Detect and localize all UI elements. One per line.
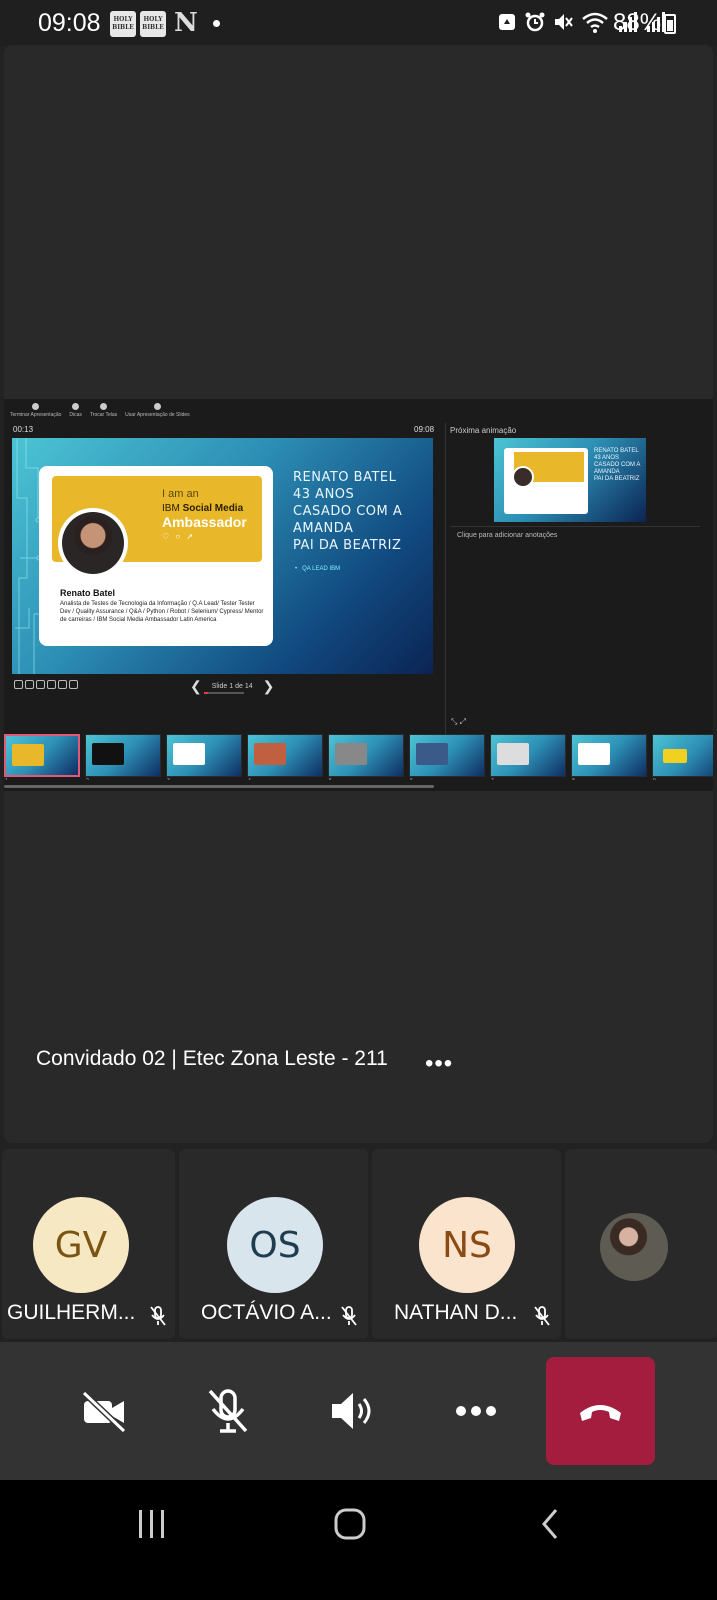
notes-placeholder[interactable]: Clique para adicionar anotações xyxy=(457,532,557,539)
card-ibm: IBM Social Media xyxy=(162,503,244,514)
speaker-icon[interactable] xyxy=(328,1387,376,1435)
camera-icon xyxy=(58,680,67,689)
subtitles-icon xyxy=(47,680,56,689)
pointer-icon xyxy=(36,680,45,689)
slide-thumbnail[interactable] xyxy=(490,734,566,777)
pen-icon xyxy=(14,680,23,689)
bible-app-icon: HOLY BIBLE xyxy=(110,11,136,37)
options-icon xyxy=(69,680,78,689)
slide-bullet: • QA LEAD IBM xyxy=(295,566,341,572)
call-controls xyxy=(0,1342,717,1480)
slide-progress xyxy=(204,692,244,694)
avatar: GV xyxy=(33,1197,129,1293)
thumbnail-number: 5 xyxy=(329,778,332,780)
participant-tile[interactable]: OS OCTÁVIO A... xyxy=(179,1149,368,1339)
thumbnail-scrollbar[interactable] xyxy=(4,785,434,788)
avatar: OS xyxy=(227,1197,323,1293)
participant-tile[interactable]: NS NATHAN D... xyxy=(372,1149,561,1339)
hang-up-button[interactable] xyxy=(546,1357,655,1465)
presenter-name: Convidado 02 | Etec Zona Leste - 211 xyxy=(36,1047,388,1070)
participant-photo xyxy=(600,1213,668,1281)
renato-photo xyxy=(62,512,124,574)
more-icon[interactable] xyxy=(452,1387,500,1435)
back-icon[interactable] xyxy=(540,1508,560,1540)
participant-name: GUILHERM... xyxy=(7,1301,136,1324)
main-stage[interactable]: Terminar Apresentação Dicas Trocar Telas… xyxy=(4,45,713,1143)
notification-dot xyxy=(213,20,220,27)
more-options-button[interactable]: ••• xyxy=(425,1050,453,1078)
divider xyxy=(445,423,446,739)
mic-off-icon xyxy=(534,1306,550,1326)
system-nav-bar xyxy=(0,1480,717,1600)
battery-percent: 88% xyxy=(613,9,662,36)
status-bar: 09:08 HOLY BIBLE HOLY BIBLE N 88% xyxy=(0,0,717,46)
slide-thumbnail[interactable] xyxy=(4,734,80,777)
next-slide-preview: RENATO BATEL 43 ANOS CASADO COM A AMANDA… xyxy=(494,438,646,522)
card-iam: I am an xyxy=(162,488,199,500)
renato-photo-small xyxy=(512,466,534,488)
current-slide: I am an IBM Social Media Ambassador ♡ ○ … xyxy=(12,438,433,674)
mic-off-icon xyxy=(150,1306,166,1326)
pen-tools[interactable] xyxy=(14,680,78,689)
swap-screens-button[interactable]: Trocar Telas xyxy=(90,403,117,423)
expand-icon[interactable]: ⤡ ⤢ xyxy=(451,717,466,727)
presenter-toolbar: Terminar Apresentação Dicas Trocar Telas… xyxy=(10,403,190,423)
card-ambassador: Ambassador xyxy=(162,514,247,530)
slide-thumbnail[interactable] xyxy=(409,734,485,777)
status-time: 09:08 xyxy=(38,9,101,37)
slide-thumbnails[interactable]: 1 2 3 4 5 6 7 8 9 xyxy=(4,734,713,780)
participant-tile[interactable]: GV GUILHERM... xyxy=(2,1149,175,1339)
slideshow-button[interactable]: Usar Apresentação de Slides xyxy=(125,403,190,423)
alarm-icon xyxy=(525,12,545,32)
divider xyxy=(450,526,700,527)
thumbnail-number: 2 xyxy=(86,778,89,780)
thumbnail-number: 3 xyxy=(167,778,170,780)
thumbnail-number: 7 xyxy=(491,778,494,780)
thumbnail-number: 4 xyxy=(248,778,251,780)
next-slide-button[interactable]: ❯ xyxy=(263,678,275,695)
slide-thumbnail[interactable] xyxy=(652,734,713,777)
slide-counter: Slide 1 de 14 xyxy=(211,683,253,690)
card-social-icons: ♡ ○ ➚ xyxy=(162,532,196,541)
recent-apps-icon[interactable] xyxy=(136,1510,168,1538)
slide-thumbnail[interactable] xyxy=(571,734,647,777)
tips-button[interactable]: Dicas xyxy=(69,403,82,423)
card-name: Renato Batel xyxy=(60,588,116,598)
presentation-clock: 09:08 xyxy=(414,425,435,434)
recycle-icon xyxy=(499,14,515,30)
participant-name: OCTÁVIO A... xyxy=(201,1301,332,1324)
prev-slide-button[interactable]: ❮ xyxy=(190,678,202,695)
end-presentation-button[interactable]: Terminar Apresentação xyxy=(10,403,61,423)
thumbnail-number: 8 xyxy=(572,778,575,780)
thumbnail-number: 9 xyxy=(653,778,656,780)
thumbnail-number: 6 xyxy=(410,778,413,780)
thumbnail-number: 1 xyxy=(5,778,8,780)
slide-thumbnail[interactable] xyxy=(247,734,323,777)
bible-app-icon-2: HOLY BIBLE xyxy=(140,11,166,37)
next-animation-label: Próxima animação xyxy=(450,426,517,435)
camera-off-icon[interactable] xyxy=(80,1387,128,1435)
slide-thumbnail[interactable] xyxy=(85,734,161,777)
battery-icon xyxy=(664,14,676,34)
wifi-icon xyxy=(582,12,608,33)
zoom-icon xyxy=(25,680,34,689)
slide-thumbnail[interactable] xyxy=(328,734,404,777)
mic-off-icon[interactable] xyxy=(204,1387,252,1435)
mute-icon xyxy=(555,14,573,30)
participant-tile[interactable] xyxy=(565,1149,717,1339)
presentation-timer: 00:13 xyxy=(13,425,34,434)
hang-up-icon xyxy=(580,1405,621,1421)
home-icon[interactable] xyxy=(334,1508,366,1540)
card-description: Analista de Testes de Tecnologia da Info… xyxy=(60,601,264,623)
mic-off-icon xyxy=(341,1306,357,1326)
screen-share[interactable]: Terminar Apresentação Dicas Trocar Telas… xyxy=(4,399,713,791)
slide-title: RENATO BATEL 43 ANOS CASADO COM A AMANDA… xyxy=(293,470,403,553)
avatar: NS xyxy=(419,1197,515,1293)
netflix-icon: N xyxy=(174,8,198,38)
slide-thumbnail[interactable] xyxy=(166,734,242,777)
participant-name: NATHAN D... xyxy=(394,1301,518,1324)
